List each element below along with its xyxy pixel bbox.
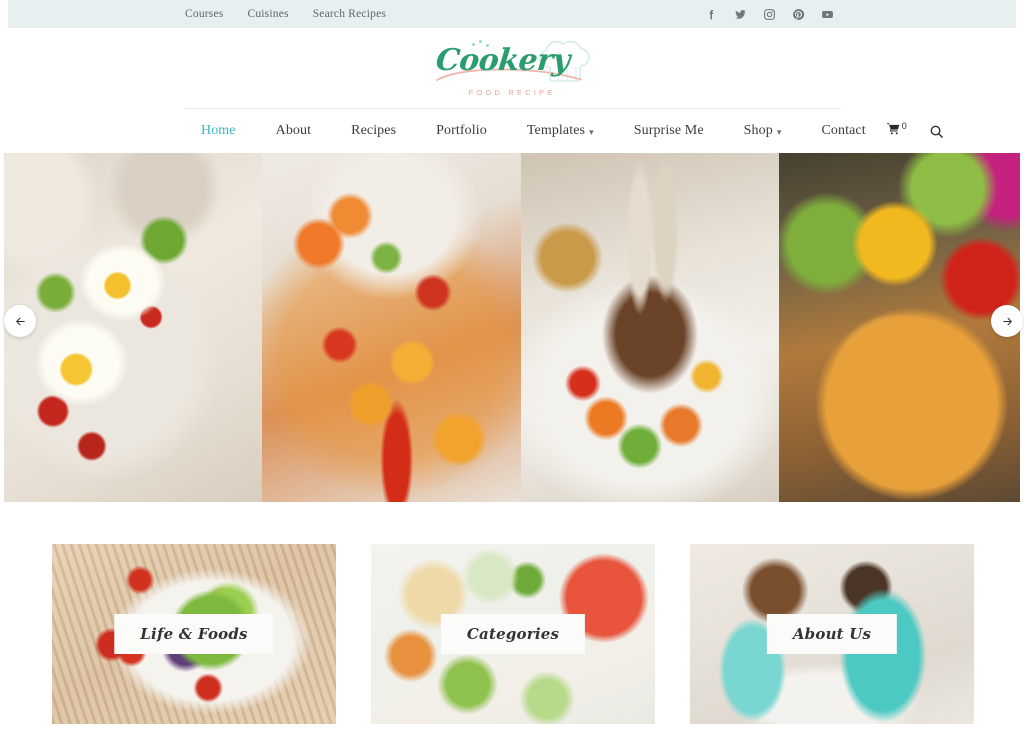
carousel-next-button[interactable] bbox=[991, 305, 1023, 337]
slide-avocado-toast-eggs[interactable] bbox=[4, 153, 262, 502]
slide-image bbox=[779, 153, 1020, 502]
feature-card-label[interactable]: Life & Foods bbox=[114, 614, 274, 654]
feature-card-life-and-foods[interactable]: Life & Foods bbox=[52, 544, 336, 724]
nav-item-label: Shop bbox=[743, 123, 773, 138]
hero-carousel[interactable] bbox=[4, 153, 1020, 502]
facebook-icon[interactable] bbox=[705, 8, 718, 21]
search-icon[interactable] bbox=[929, 124, 944, 139]
feature-cards-section: Life & Foods Categories About Us bbox=[0, 502, 1024, 738]
page-root: Courses Cuisines Search Recipes Cookery … bbox=[0, 0, 1024, 738]
nav-item-recipes[interactable]: Recipes bbox=[331, 123, 416, 139]
cart-button[interactable]: 0 bbox=[886, 120, 907, 141]
slide-lamb-chops[interactable] bbox=[521, 153, 779, 502]
main-navigation: Home About Recipes Portfolio Templates ▾… bbox=[0, 109, 1024, 153]
feature-card-about-us[interactable]: About Us bbox=[690, 544, 974, 724]
chevron-down-icon: ▾ bbox=[589, 126, 594, 137]
logo-tagline: FOOD RECIPE bbox=[468, 88, 556, 97]
nav-item-label: About bbox=[275, 123, 312, 138]
nav-item-contact[interactable]: Contact bbox=[801, 123, 885, 139]
slide-image bbox=[262, 153, 521, 502]
slide-image bbox=[4, 153, 262, 502]
logo-wordmark: Cookery bbox=[434, 43, 572, 78]
site-logo[interactable]: Cookery FOOD RECIPE bbox=[0, 28, 1024, 108]
nav-item-surprise-me[interactable]: Surprise Me bbox=[614, 123, 724, 139]
nav-item-templates[interactable]: Templates ▾ bbox=[507, 123, 614, 139]
feature-card-label[interactable]: Categories bbox=[440, 614, 586, 654]
slide-image bbox=[521, 153, 779, 502]
twitter-icon[interactable] bbox=[734, 8, 747, 21]
carousel-prev-button[interactable] bbox=[4, 305, 36, 337]
nav-items: Home About Recipes Portfolio Templates ▾… bbox=[181, 123, 886, 139]
nav-utilities: 0 bbox=[886, 120, 944, 141]
nav-item-label: Portfolio bbox=[436, 123, 487, 138]
nav-item-portfolio[interactable]: Portfolio bbox=[416, 123, 507, 139]
topbar-links: Courses Cuisines Search Recipes bbox=[185, 8, 386, 20]
youtube-icon[interactable] bbox=[821, 8, 834, 21]
slide-baked-casserole[interactable] bbox=[262, 153, 521, 502]
pinterest-icon[interactable] bbox=[792, 8, 805, 21]
chevron-down-icon: ▾ bbox=[776, 126, 782, 137]
feature-card-categories[interactable]: Categories bbox=[371, 544, 655, 724]
arrow-right-icon bbox=[1002, 317, 1012, 325]
cart-count-badge: 0 bbox=[901, 120, 907, 131]
topbar-link-cuisines[interactable]: Cuisines bbox=[247, 8, 288, 20]
top-utility-bar: Courses Cuisines Search Recipes bbox=[8, 0, 1016, 28]
topbar-link-search-recipes[interactable]: Search Recipes bbox=[313, 8, 386, 20]
topbar-link-courses[interactable]: Courses bbox=[185, 8, 223, 20]
nav-item-about[interactable]: About bbox=[256, 123, 332, 139]
nav-item-home[interactable]: Home bbox=[181, 123, 256, 139]
nav-item-label: Home bbox=[201, 123, 236, 138]
social-links bbox=[705, 8, 834, 21]
nav-item-shop[interactable]: Shop ▾ bbox=[724, 123, 802, 139]
arrow-left-icon bbox=[15, 317, 25, 325]
instagram-icon[interactable] bbox=[763, 8, 776, 21]
nav-item-label: Contact bbox=[821, 123, 866, 138]
nav-item-label: Surprise Me bbox=[633, 123, 704, 138]
slide-pizza-peppers[interactable] bbox=[779, 153, 1020, 502]
shopping-cart-icon bbox=[886, 122, 901, 141]
nav-item-label: Recipes bbox=[351, 123, 397, 138]
nav-item-label: Templates bbox=[526, 123, 586, 138]
feature-card-label[interactable]: About Us bbox=[766, 614, 898, 654]
